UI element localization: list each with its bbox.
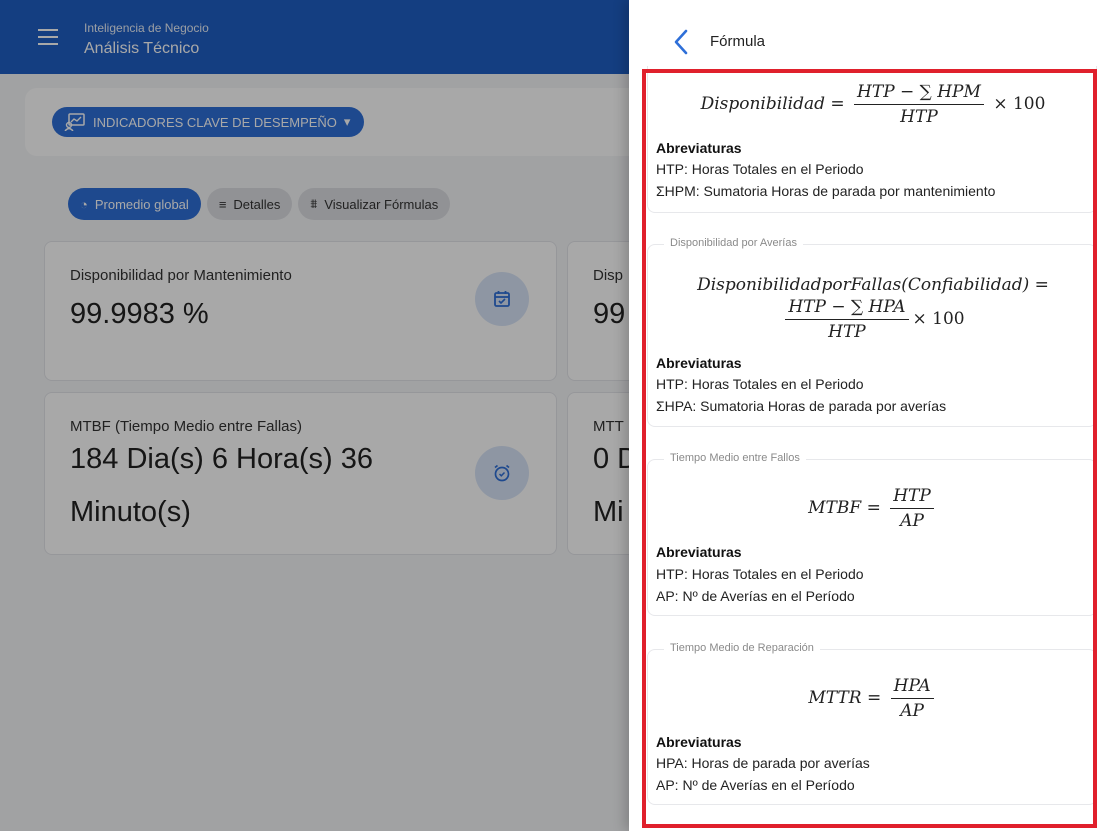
drawer-header: Fórmula <box>629 0 1097 72</box>
drawer-title: Fórmula <box>710 33 766 50</box>
back-arrow-icon[interactable] <box>671 28 691 56</box>
formula-drawer: Fórmula Disponibilidad = HTP − ∑ HPM HTP … <box>629 0 1097 831</box>
highlight-box <box>642 69 1097 828</box>
